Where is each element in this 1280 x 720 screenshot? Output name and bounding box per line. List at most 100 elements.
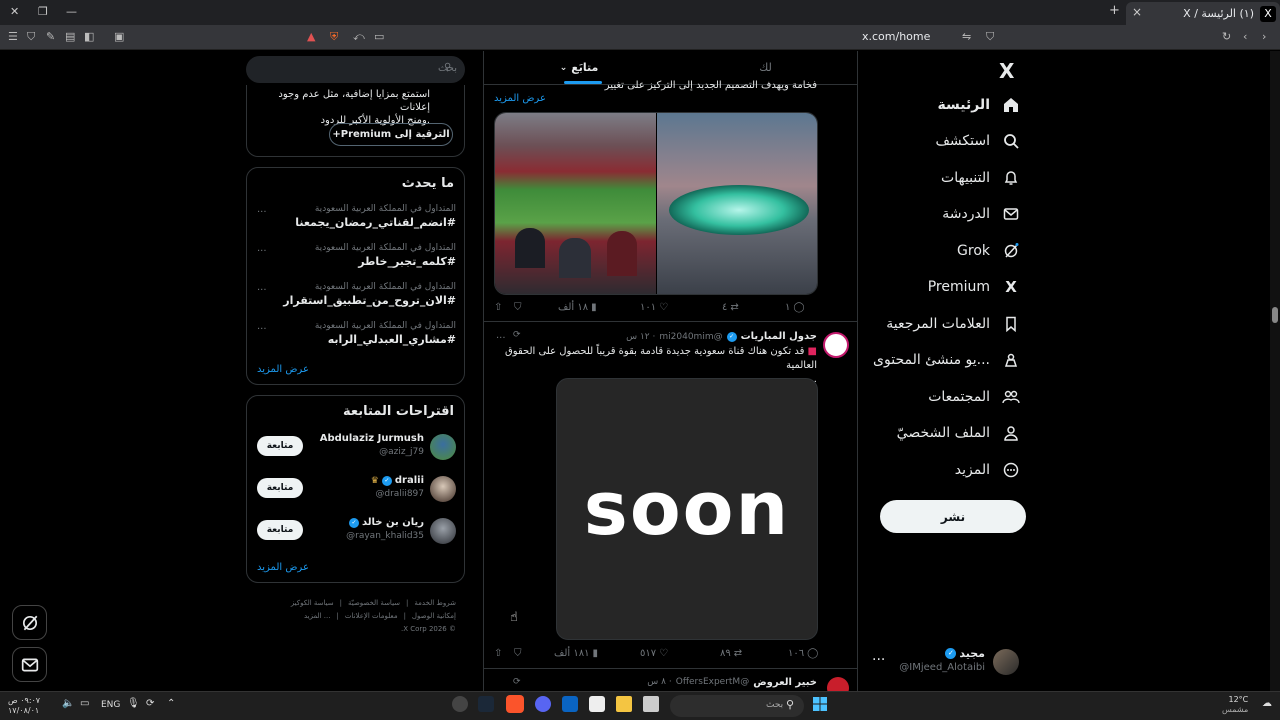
account-more-icon[interactable]: ... [872,648,885,664]
nav-item-more[interactable]: المزيد [955,457,1020,483]
nav-item-chat[interactable]: الدردشة [942,201,1020,227]
menu-icon[interactable]: ☰ [8,30,18,44]
post-button[interactable]: نشر [880,500,1026,533]
trend-item[interactable]: المتداول في المملكة العربية السعودية #ال… [247,282,466,316]
nav-item-profile[interactable]: الملف الشخصيّ [897,420,1020,446]
forward-icon[interactable]: › [1262,30,1266,44]
nav-item-grok[interactable]: Grok [957,238,1020,264]
trends-show-more-link[interactable]: عرض المزيد [257,364,309,375]
account-switcher[interactable]: ... مجيد ✓ @IMjeed_Alotaibi [870,644,1020,678]
file-explorer-icon[interactable] [616,696,632,712]
repost-action[interactable]: ⇄ ٨٩ [720,648,742,659]
nav-item-notifications[interactable]: التنبيهات [941,165,1020,191]
share-action[interactable]: ⇧ [494,302,502,313]
messages-floating-button[interactable] [12,647,47,682]
like-action[interactable]: ♡ ٥١٧ [640,648,668,659]
post-time[interactable]: · ٨ س [647,677,671,688]
restore-window-icon[interactable]: ❐ [38,5,48,18]
nav-item-creator[interactable]: ...يو منشئ المحتوى [873,347,1020,373]
post-author[interactable]: جدول المباريات [741,331,817,342]
app-icon[interactable] [643,696,659,712]
browser-tab[interactable]: × (١) الرئيسة / X X [1126,2,1280,25]
follow-button[interactable]: متابعة [257,436,303,456]
steam-icon[interactable] [478,696,494,712]
network-icon[interactable]: ▭ [80,698,89,709]
new-tab-button[interactable]: + [1109,3,1120,18]
close-window-icon[interactable]: ✕ [10,5,19,18]
volume-icon[interactable]: 🔈 [62,698,74,709]
trend-more-icon[interactable]: ... [257,282,267,293]
scrollbar-thumb[interactable] [1272,307,1278,323]
post-handle[interactable]: @mi2040mim [659,332,722,342]
footer-link[interactable]: ... المزيد [304,610,331,623]
follow-suggestion[interactable]: Abdulaziz Jurmush @aziz_j79 متابعة [247,432,466,464]
post-handle[interactable]: @OffersExpertM [676,677,749,688]
trend-more-icon[interactable]: ... [257,204,267,215]
post-image[interactable]: soon [556,378,818,640]
grok-floating-button[interactable] [12,605,47,640]
weather-widget[interactable]: 12°C مشمس [1222,695,1248,715]
tab-close-icon[interactable]: × [1132,5,1142,19]
url-text[interactable]: x.com/home [862,30,930,43]
nav-item-premium[interactable]: X Premium [928,274,1020,300]
repost-action[interactable]: ⇄ ٤ [722,302,739,313]
footer-link[interactable]: سياسة الخصوصيّة [348,597,400,610]
shield-icon[interactable]: ⛉ [27,30,35,44]
bookmark-action[interactable]: ⛉ [514,302,522,313]
views-action[interactable]: ▮ ١٨١ ألف [554,648,598,659]
mail-app-icon[interactable] [562,696,578,712]
discord-icon[interactable] [535,696,551,712]
cast-icon[interactable]: ▭ [374,30,384,44]
show-more-link[interactable]: عرض المزيد [494,93,546,104]
share-icon[interactable]: ⤺ [353,30,365,44]
follow-suggestion[interactable]: ريان بن خالد ✓ @rayan_khalid35 متابعة [247,516,466,548]
rewards-icon[interactable]: ▲ [307,30,315,44]
avatar[interactable] [827,677,849,691]
tune-icon[interactable]: ⇋ [962,30,971,44]
minimize-window-icon[interactable]: — [66,5,77,18]
bookmark-action[interactable]: ⛉ [514,648,522,659]
screenshot-icon[interactable]: ▣ [114,30,124,44]
clock[interactable]: ٠٩:٠٧ ص ١٧/٠٨/٠١ [8,696,40,716]
post-time[interactable]: · ١٢ س [626,332,655,342]
footer-link[interactable]: إمكانية الوصول [412,610,456,623]
sidebar-icon[interactable]: ◧ [84,30,94,44]
x-logo[interactable]: X [999,59,1014,83]
trend-item[interactable]: المتداول في المملكة العربية السعودية #كل… [247,243,466,277]
footer-link[interactable]: معلومات الإعلانات [345,610,398,623]
app-icon-overwolf[interactable] [452,696,468,712]
start-icon[interactable] [812,696,828,712]
footer-link[interactable]: شروط الخدمة [414,597,456,610]
trend-more-icon[interactable]: ... [257,321,267,332]
footer-link[interactable]: سياسة الكوكيز [291,597,334,610]
nav-item-bookmarks[interactable]: العلامات المرجعية [886,311,1020,337]
post-more-icon[interactable]: ... [496,330,506,341]
reply-action[interactable]: ◯ ١ [785,302,805,313]
scrollbar[interactable] [1270,51,1280,691]
trend-item[interactable]: المتداول في المملكة العربية السعودية #مش… [247,321,466,355]
nav-item-explore[interactable]: استكشف [935,128,1020,154]
extensions-icon[interactable]: ✎ [46,30,55,44]
store-icon[interactable] [589,696,605,712]
follow-button[interactable]: متابعة [257,478,303,498]
nav-item-communities[interactable]: المجتمعات [928,384,1020,410]
trend-item[interactable]: المتداول في المملكة العربية السعودية #ان… [247,204,466,238]
post-author[interactable]: خبير العروض [753,677,817,688]
nav-item-home[interactable]: الرئيسة [938,92,1020,118]
grok-explain-icon[interactable]: ⟳ [513,330,521,340]
chevron-up-icon[interactable]: ⌃ [167,698,175,709]
sync-icon[interactable]: ⟳ [146,698,154,709]
upgrade-premium-button[interactable]: الترقية إلى Premium+ [329,123,453,146]
bookmark-page-icon[interactable]: ⛉ [986,30,994,44]
language-indicator[interactable]: ENG [101,700,120,710]
follow-show-more-link[interactable]: عرض المزيد [257,562,309,573]
grok-explain-icon[interactable]: ⟳ [513,677,521,687]
follow-button[interactable]: متابعة [257,520,303,540]
trend-more-icon[interactable]: ... [257,243,267,254]
post-media-grid[interactable] [494,112,818,295]
like-action[interactable]: ♡ ١٠١ [640,302,668,313]
share-action[interactable]: ⇧ [494,648,502,659]
back-icon[interactable]: ‹ [1243,30,1247,44]
reload-icon[interactable]: ↻ [1222,30,1231,44]
views-action[interactable]: ▮ ١٨ ألف [558,302,597,313]
